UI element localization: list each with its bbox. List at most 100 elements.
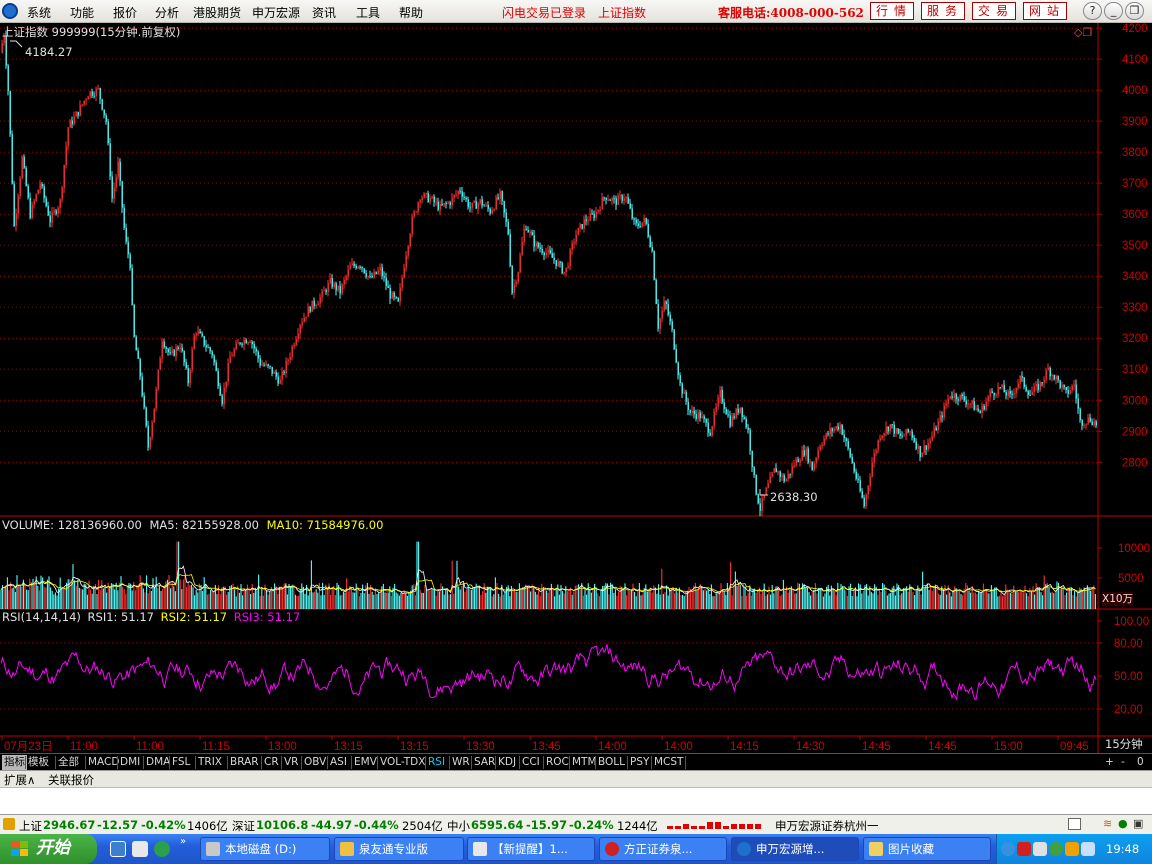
task-picture-favorites[interactable]: 图片收藏 xyxy=(863,837,991,861)
desktop-icon[interactable] xyxy=(132,841,148,857)
service-button[interactable]: 服务 xyxy=(921,2,965,20)
candle-body xyxy=(57,208,59,214)
candle-body xyxy=(99,88,101,100)
indicator-tab-rsi[interactable]: RSI xyxy=(428,755,445,770)
chart-area[interactable]: 4200 4100 4000 3900 3800 3700 3600 3500 3400 3300… xyxy=(0,23,1152,753)
indicator-tab-brar[interactable]: BRAR xyxy=(230,755,259,770)
menu-bar: 系统 功能 报价 分析 港股期货 申万宏源 资讯 工具 帮助 闪电交易已登录 上… xyxy=(0,0,1152,23)
alarm-icon[interactable] xyxy=(3,818,15,830)
indicator-tab-vol-tdx[interactable]: VOL-TDX xyxy=(380,755,425,770)
indicator-tab-obv[interactable]: OBV xyxy=(304,755,326,770)
tray-app-icon[interactable] xyxy=(1017,842,1031,856)
tab-separator xyxy=(351,756,352,769)
indicator-tab-mtm[interactable]: MTM xyxy=(572,755,597,770)
candle-body xyxy=(1087,417,1089,424)
indicator-tab-指标[interactable]: 指标 xyxy=(2,755,27,770)
candle-body xyxy=(377,270,379,274)
menu-hk-futures[interactable]: 港股期货 xyxy=(193,4,241,21)
menu-help[interactable]: 帮助 xyxy=(399,4,423,21)
task-local-disk[interactable]: 本地磁盘 (D:) xyxy=(200,837,330,861)
indicator-tab-wr[interactable]: WR xyxy=(452,755,470,770)
candle-body xyxy=(513,284,515,294)
candle-body xyxy=(663,301,665,311)
indicator-tab-全部[interactable]: 全部 xyxy=(58,755,79,770)
browser-icon[interactable] xyxy=(154,841,170,857)
chart-toggle-icon[interactable]: ◇❐ xyxy=(1074,26,1092,40)
help-icon[interactable]: ? xyxy=(1083,2,1102,20)
tray-back-icon[interactable] xyxy=(1001,842,1015,856)
indicator-tab-mcst[interactable]: MCST xyxy=(654,755,683,770)
candle-body xyxy=(33,200,35,205)
ie-icon[interactable] xyxy=(110,841,126,857)
zoom-out-button[interactable]: - xyxy=(1121,755,1125,770)
flash-trade-status[interactable]: 闪电交易已登录 xyxy=(502,4,586,21)
zoom-in-button[interactable]: + xyxy=(1105,755,1114,770)
extend-toggle[interactable]: 扩展∧ xyxy=(4,772,35,788)
kline-chart[interactable]: 4200 4100 4000 3900 3800 3700 3600 3500 3400 3300… xyxy=(0,23,1152,753)
connection-icon[interactable]: ● xyxy=(1118,817,1128,830)
indicator-tab-dmi[interactable]: DMI xyxy=(120,755,140,770)
menu-swhy[interactable]: 申万宏源 xyxy=(252,4,300,21)
indicator-tab-模板[interactable]: 模板 xyxy=(28,755,49,770)
tray-play-icon[interactable] xyxy=(1049,842,1063,856)
indicator-tab-emv[interactable]: EMV xyxy=(354,755,377,770)
indicator-tab-dma[interactable]: DMA xyxy=(146,755,170,770)
panel-icon[interactable] xyxy=(1068,818,1081,830)
indicator-tab-psy[interactable]: PSY xyxy=(630,755,649,770)
indicator-tab-kdj[interactable]: KDJ xyxy=(498,755,516,770)
start-button[interactable]: 开始 xyxy=(0,834,97,864)
period-label[interactable]: 15分钟 xyxy=(1105,737,1143,751)
lock-icon[interactable]: ▣ xyxy=(1133,817,1143,830)
tray-shield-icon[interactable] xyxy=(1065,842,1079,856)
indicator-tab-sar[interactable]: SAR xyxy=(474,755,495,770)
candle-body xyxy=(479,199,481,204)
indicator-tab-vr[interactable]: VR xyxy=(284,755,298,770)
candle-body xyxy=(129,254,131,268)
menu-system[interactable]: 系统 xyxy=(27,4,51,21)
candle-body xyxy=(645,217,647,224)
task-swhy[interactable]: 申万宏源增... xyxy=(731,837,859,861)
menu-analysis[interactable]: 分析 xyxy=(155,4,179,21)
sh-index-change: -12.57 xyxy=(97,818,139,832)
candle-body xyxy=(1045,370,1047,380)
task-founder-securities[interactable]: 方正证券泉... xyxy=(599,837,727,861)
indicator-tab-fsl[interactable]: FSL xyxy=(172,755,190,770)
indicator-tab-cci[interactable]: CCI xyxy=(522,755,540,770)
candle-body xyxy=(375,271,377,274)
candle-body xyxy=(237,342,239,344)
related-quote-tab[interactable]: 关联报价 xyxy=(48,772,94,788)
reset-button[interactable]: 0 xyxy=(1137,755,1144,770)
menu-news[interactable]: 资讯 xyxy=(312,4,336,21)
menu-tools[interactable]: 工具 xyxy=(356,4,380,21)
app-logo-icon[interactable] xyxy=(2,3,18,19)
indicator-tab-macd[interactable]: MACD xyxy=(88,755,119,770)
candle-body xyxy=(667,304,669,315)
indicator-tab-trix[interactable]: TRIX xyxy=(198,755,222,770)
indicator-tab-boll[interactable]: BOLL xyxy=(598,755,625,770)
indicator-tab-roc[interactable]: ROC xyxy=(546,755,569,770)
tab-separator xyxy=(425,756,426,769)
indicator-tab-cr[interactable]: CR xyxy=(264,755,279,770)
task-new-reminder[interactable]: 【新提醒】1... xyxy=(467,837,595,861)
candle-body xyxy=(815,458,817,464)
candle-body xyxy=(1061,385,1063,388)
price-axis-label: 3000 xyxy=(1122,395,1148,407)
restore-icon[interactable]: ❐ xyxy=(1125,2,1144,20)
market-button[interactable]: 行情 xyxy=(870,2,914,20)
expand-quicklaunch-icon[interactable]: » xyxy=(180,836,186,847)
website-button[interactable]: 网站 xyxy=(1023,2,1067,20)
signal-icon[interactable]: ≋ xyxy=(1103,817,1112,830)
tray-volume-icon[interactable] xyxy=(1081,842,1095,856)
candle-body xyxy=(7,65,9,91)
menu-quote[interactable]: 报价 xyxy=(113,4,137,21)
candle-body xyxy=(1017,383,1019,388)
tray-qq-icon[interactable] xyxy=(1033,842,1047,856)
indicator-tab-asi[interactable]: ASI xyxy=(330,755,347,770)
trade-button[interactable]: 交易 xyxy=(972,2,1016,20)
candle-body xyxy=(697,412,699,420)
menu-function[interactable]: 功能 xyxy=(70,4,94,21)
candle-body xyxy=(889,424,891,432)
task-quanyoutong[interactable]: 泉友通专业版 xyxy=(334,837,464,861)
minimize-icon[interactable]: _ xyxy=(1104,2,1123,20)
candle-body xyxy=(483,205,485,207)
